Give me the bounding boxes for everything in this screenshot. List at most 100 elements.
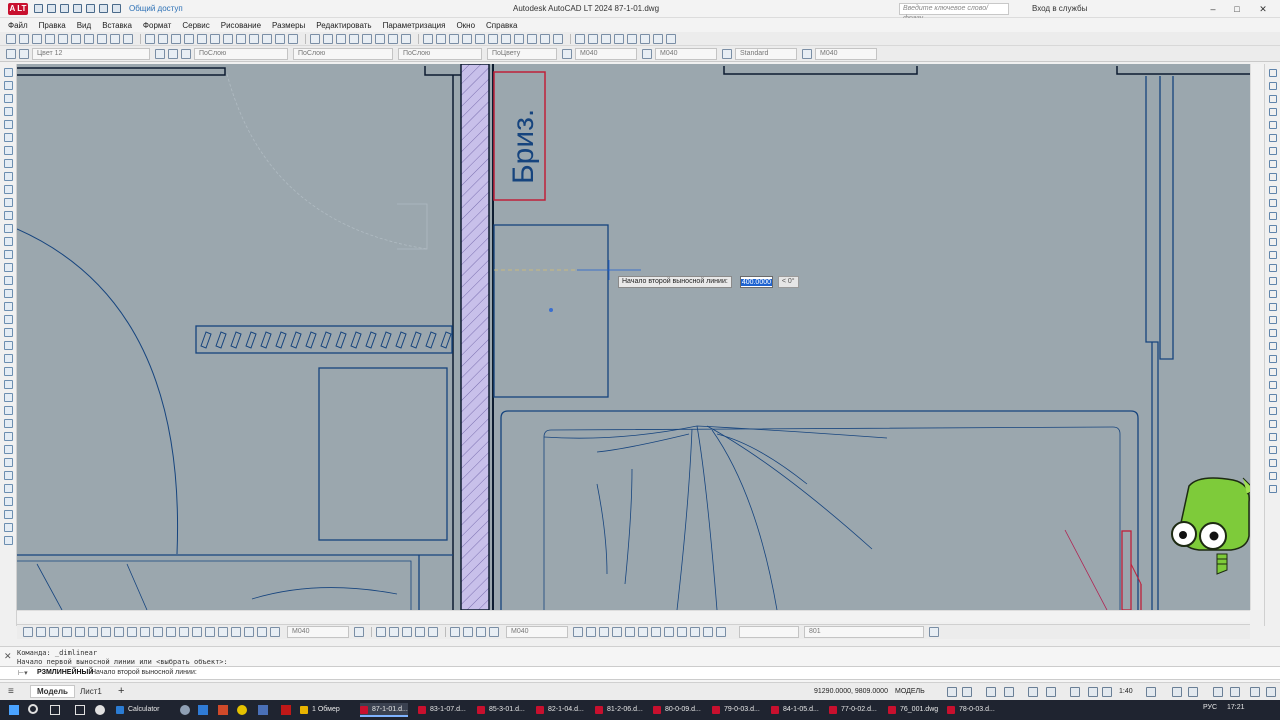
measure-icon[interactable]: [1269, 368, 1277, 376]
circle-icon[interactable]: [588, 33, 598, 44]
spell-check-icon[interactable]: [638, 627, 648, 637]
search-taskbar-icon[interactable]: [28, 704, 38, 714]
mtext-icon[interactable]: [586, 627, 596, 637]
chamfer-icon[interactable]: [1269, 264, 1277, 272]
menu-item-4[interactable]: Формат: [143, 21, 171, 30]
properties-icon[interactable]: [223, 33, 233, 44]
hatch-icon[interactable]: [415, 627, 425, 637]
clock[interactable]: 17:21: [1227, 704, 1245, 711]
taskbar-item[interactable]: 87-1-01.d...: [360, 703, 408, 717]
word-taskbar-icon[interactable]: [258, 705, 268, 715]
taskbar-item[interactable]: Calculator: [116, 703, 160, 717]
help-icon[interactable]: [310, 33, 320, 44]
linear-dimension-icon[interactable]: [23, 627, 33, 637]
zoom-realtime-icon[interactable]: [184, 33, 194, 44]
annotation-monitor-icon[interactable]: [1172, 687, 1182, 697]
qnew-icon[interactable]: [6, 33, 16, 44]
id-point-icon[interactable]: [1269, 407, 1277, 415]
annotation-scale[interactable]: 1:40: [1119, 688, 1133, 695]
line-icon[interactable]: [1269, 82, 1277, 90]
angle-input[interactable]: < 0°: [777, 276, 799, 288]
taskbar-item[interactable]: 85-3-01.d...: [477, 703, 525, 717]
table-style-icon[interactable]: [722, 48, 732, 59]
browser-taskbar-icon[interactable]: [180, 705, 190, 715]
rectangle-icon[interactable]: [402, 627, 412, 637]
construction-line-icon[interactable]: [4, 81, 13, 90]
trim-icon[interactable]: [488, 33, 498, 44]
region-icon[interactable]: [4, 276, 13, 285]
taskbar-item[interactable]: 78-0-03.d...: [947, 703, 995, 717]
stretch-icon[interactable]: [475, 33, 485, 44]
move-icon[interactable]: [436, 33, 446, 44]
taskbar-item[interactable]: 83-1-07.d...: [418, 703, 466, 717]
offset-icon[interactable]: [4, 367, 13, 376]
outlook-taskbar-icon[interactable]: [198, 705, 208, 715]
tolerance-icon[interactable]: [192, 627, 202, 637]
polyline-icon[interactable]: [4, 94, 13, 103]
join-icon[interactable]: [4, 484, 13, 493]
design-center-icon[interactable]: [236, 33, 246, 44]
erase-icon[interactable]: [362, 33, 372, 44]
menu-item-6[interactable]: Рисование: [221, 21, 261, 30]
baseline-dimension-icon[interactable]: [140, 627, 150, 637]
save-icon[interactable]: [32, 33, 42, 44]
jogged-linear-icon[interactable]: [231, 627, 241, 637]
paste-icon[interactable]: [1269, 472, 1277, 480]
block-insert-icon[interactable]: [677, 627, 687, 637]
multileader-style-dropdown[interactable]: M040: [815, 47, 877, 60]
menu-item-5[interactable]: Сервис: [182, 21, 209, 30]
field-combo[interactable]: 801: [804, 626, 924, 638]
menu-item-11[interactable]: Справка: [486, 21, 517, 30]
field-icon[interactable]: [664, 627, 674, 637]
extend-icon[interactable]: [4, 458, 13, 467]
scale-icon[interactable]: [4, 419, 13, 428]
grid-icon[interactable]: [947, 687, 957, 697]
blank-combo[interactable]: [739, 626, 799, 638]
dim-style-dropdown[interactable]: M040: [655, 47, 717, 60]
match-icon[interactable]: [1269, 355, 1277, 363]
block-create-icon[interactable]: [690, 627, 700, 637]
sheet-set-icon[interactable]: [262, 33, 272, 44]
3d-orbit-icon[interactable]: [336, 33, 346, 44]
menu-item-7[interactable]: Размеры: [272, 21, 305, 30]
arc-icon[interactable]: [4, 133, 13, 142]
undo-icon[interactable]: [145, 33, 155, 44]
align-leader-icon[interactable]: [489, 627, 499, 637]
pencil-icon[interactable]: [1269, 69, 1277, 77]
layer-state-icon[interactable]: [19, 48, 29, 59]
taskbar-item[interactable]: 80-0-09.d...: [653, 703, 701, 717]
layer-icon[interactable]: [349, 33, 359, 44]
lineweight-icon[interactable]: [1070, 687, 1080, 697]
undo-icon[interactable]: [99, 4, 108, 13]
model-space-button[interactable]: МОДЕЛЬ: [895, 688, 925, 695]
find-text-icon[interactable]: [599, 627, 609, 637]
join-icon[interactable]: [527, 33, 537, 44]
point-icon[interactable]: [640, 33, 650, 44]
offset-icon[interactable]: [1269, 160, 1277, 168]
files-taskbar-icon[interactable]: [75, 705, 85, 715]
layer-dropdown[interactable]: Цвет 12: [32, 47, 150, 60]
mirror-icon[interactable]: [4, 354, 13, 363]
ellipse-icon[interactable]: [4, 185, 13, 194]
make-current-icon[interactable]: [155, 48, 165, 59]
preview-icon[interactable]: [58, 33, 68, 44]
arc-length-icon[interactable]: [49, 627, 59, 637]
dimension-update-icon[interactable]: [270, 627, 280, 637]
taskbar-item[interactable]: 82-1-04.d...: [536, 703, 584, 717]
workspace-gear-icon[interactable]: [1146, 687, 1156, 697]
explode-icon[interactable]: [1269, 277, 1277, 285]
angular-dimension-icon[interactable]: [114, 627, 124, 637]
maximize-button[interactable]: □: [1230, 3, 1244, 15]
new-file-icon[interactable]: [34, 4, 43, 13]
orbit-icon[interactable]: [1269, 134, 1277, 142]
redo-icon[interactable]: [158, 33, 168, 44]
dimension-style-combo[interactable]: M040: [287, 626, 349, 638]
text-icon[interactable]: [573, 627, 583, 637]
menu-item-9[interactable]: Параметризация: [383, 21, 446, 30]
extend-icon[interactable]: [1269, 238, 1277, 246]
remove-leader-icon[interactable]: [476, 627, 486, 637]
polyline-icon[interactable]: [389, 627, 399, 637]
revision-cloud-icon[interactable]: [4, 159, 13, 168]
list-icon[interactable]: [1269, 394, 1277, 402]
chamfer-icon[interactable]: [540, 33, 550, 44]
